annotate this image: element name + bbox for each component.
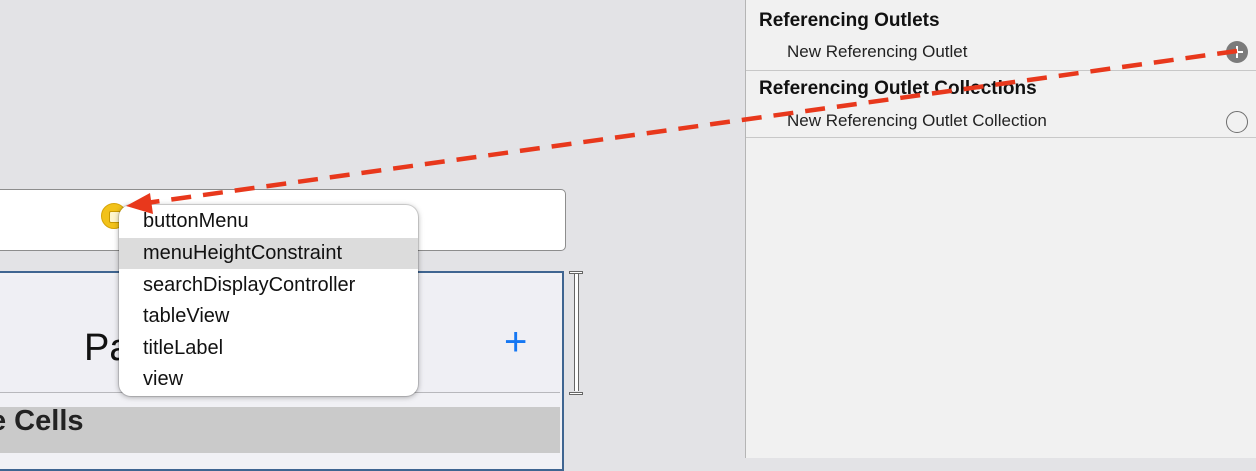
menu-item-titleLabel[interactable]: titleLabel	[119, 333, 418, 364]
resize-handle-bottom-cap	[569, 392, 583, 395]
empty-connection-icon[interactable]	[1226, 111, 1248, 133]
section-header-title: e Cells	[0, 405, 84, 437]
referencing-outlets-heading: Referencing Outlets	[759, 10, 940, 31]
menu-item-view[interactable]: view	[119, 364, 418, 395]
menu-item-buttonMenu[interactable]: buttonMenu	[119, 206, 418, 237]
plus-icon[interactable]: +	[504, 322, 527, 362]
divider	[746, 70, 1256, 71]
outlet-popup-menu: buttonMenu menuHeightConstraint searchDi…	[119, 205, 418, 396]
menu-item-searchDisplayController[interactable]: searchDisplayController	[119, 270, 418, 301]
new-referencing-outlet-collection-label: New Referencing Outlet Collection	[787, 111, 1047, 130]
menu-item-menuHeightConstraint[interactable]: menuHeightConstraint	[119, 238, 418, 269]
referencing-outlet-collections-heading: Referencing Outlet Collections	[759, 78, 1037, 99]
new-referencing-outlet-label: New Referencing Outlet	[787, 42, 968, 61]
table-section-header	[0, 407, 560, 453]
resize-handle-bar	[574, 273, 579, 391]
resize-handle[interactable]	[569, 271, 583, 395]
connections-inspector: Referencing Outlets New Referencing Outl…	[745, 0, 1256, 458]
resize-handle-top-cap	[569, 271, 583, 274]
add-connection-icon[interactable]	[1226, 41, 1248, 63]
menu-item-tableView[interactable]: tableView	[119, 301, 418, 332]
divider	[746, 137, 1256, 138]
